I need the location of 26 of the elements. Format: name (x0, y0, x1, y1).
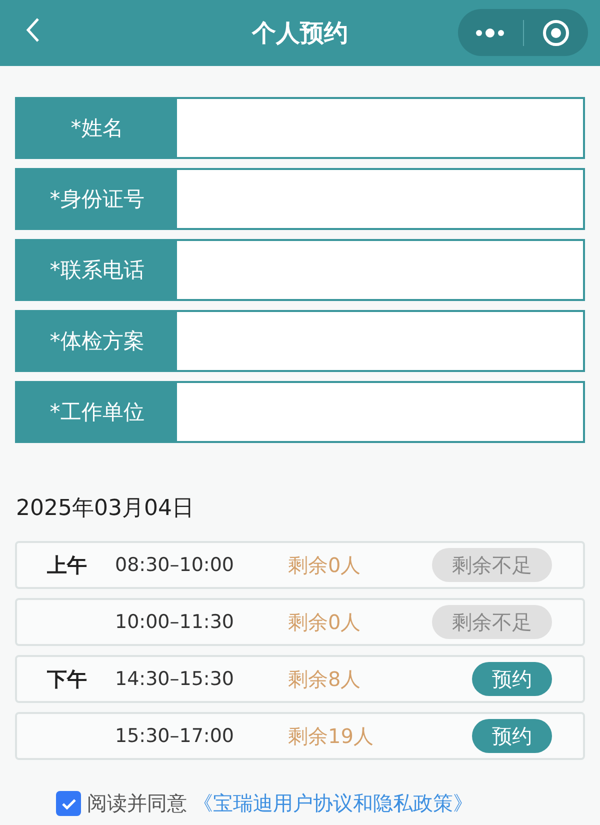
agree-checkbox[interactable] (56, 791, 81, 816)
target-icon (542, 18, 570, 46)
agreement-link[interactable]: 《宝瑞迪用户协议和隐私政策》 (193, 790, 473, 817)
field-label: *工作单位 (17, 383, 177, 441)
page-title: 个人预约 (252, 18, 348, 49)
more-icon (475, 28, 506, 38)
back-icon (26, 16, 40, 42)
book-button[interactable]: 预约 (472, 719, 552, 753)
check-icon (60, 798, 76, 810)
agreement-text: 阅读并同意 (87, 790, 187, 817)
field-label: *身份证号 (17, 170, 177, 228)
remaining-count: 剩余0人 (288, 608, 362, 636)
remaining-count: 剩余0人 (288, 552, 362, 578)
field-label: *体检方案 (17, 312, 177, 370)
time-range: 14:30–15:30 (115, 668, 236, 690)
date-label: 2025年03月04日 (16, 495, 195, 523)
field-label: *姓名 (17, 99, 177, 157)
time-range: 15:30–17:00 (115, 725, 236, 747)
remaining-count: 剩余8人 (288, 666, 362, 692)
field-label: *联系电话 (17, 241, 177, 299)
book-button[interactable]: 预约 (472, 662, 552, 696)
time-range: 08:30–10:00 (115, 554, 236, 576)
period-label: 上午 (47, 552, 87, 576)
period-label: 下午 (47, 666, 87, 690)
remaining-count: 剩余19人 (288, 722, 374, 750)
time-range: 10:00–11:30 (115, 611, 236, 633)
